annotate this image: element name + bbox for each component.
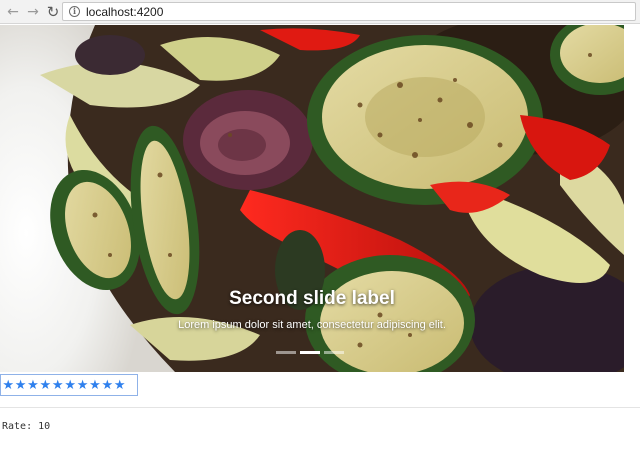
star-icon[interactable]: ★: [64, 379, 76, 392]
star-icon[interactable]: ★: [76, 379, 89, 392]
rate-label: Rate:: [2, 421, 33, 432]
address-bar[interactable]: i localhost:4200: [62, 2, 636, 21]
divider: [0, 407, 640, 408]
star-icon[interactable]: ★: [52, 379, 64, 392]
url-text: localhost:4200: [86, 4, 164, 19]
image-carousel: Second slide label Lorem ipsum dolor sit…: [0, 25, 624, 372]
star-icon[interactable]: ★: [101, 379, 113, 392]
star-icon[interactable]: ★: [39, 379, 52, 392]
star-icon[interactable]: ★: [27, 379, 39, 392]
star-rating[interactable]: ★ ★ ★ ★ ★ ★ ★ ★ ★ ★: [0, 374, 138, 396]
slide-caption-text: Lorem ipsum dolor sit amet, consectetur …: [178, 319, 446, 331]
slide-caption-title: Second slide label: [229, 288, 395, 309]
back-arrow-icon[interactable]: ←: [4, 3, 22, 21]
carousel-indicator-2[interactable]: [300, 351, 320, 354]
star-icon[interactable]: ★: [2, 379, 14, 392]
star-icon[interactable]: ★: [114, 379, 126, 392]
rate-value: 10: [38, 421, 51, 432]
forward-arrow-icon[interactable]: →: [24, 3, 42, 21]
reload-icon[interactable]: ↻: [44, 3, 62, 21]
carousel-indicator-3[interactable]: [324, 351, 344, 354]
star-icon[interactable]: ★: [14, 379, 27, 392]
site-info-icon[interactable]: i: [69, 6, 80, 17]
carousel-indicator-1[interactable]: [276, 351, 296, 354]
star-icon[interactable]: ★: [89, 379, 101, 392]
carousel-indicators: [276, 351, 344, 354]
rate-readout: Rate: 10: [2, 421, 50, 432]
browser-toolbar: ← → ↻ i localhost:4200: [0, 0, 640, 24]
